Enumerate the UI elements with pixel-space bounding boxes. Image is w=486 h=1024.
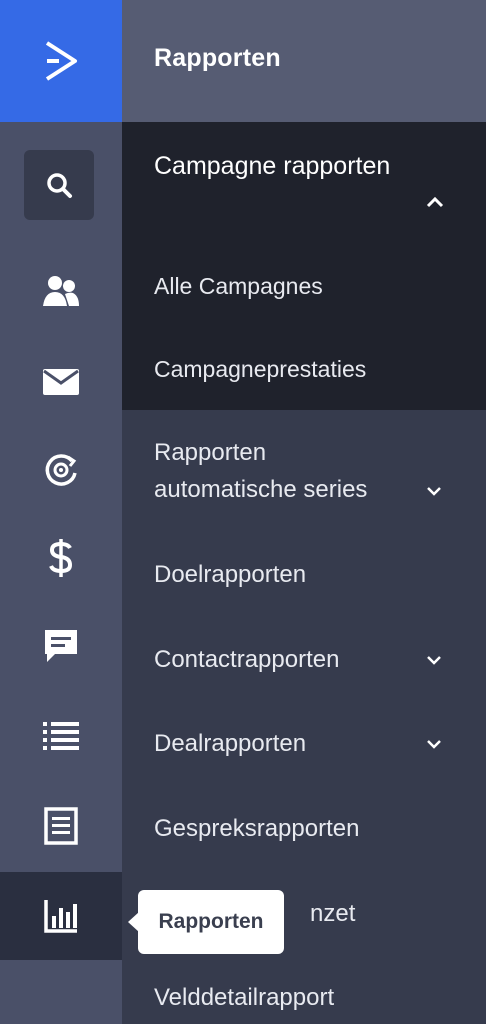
submenu-item-campaign-performance[interactable]: Campagneprestaties	[154, 351, 366, 387]
chevron-down-icon[interactable]	[426, 655, 442, 665]
menu-item-goal-reports[interactable]: Doelrapporten	[154, 557, 306, 593]
chat-icon	[45, 630, 77, 662]
rail-item-automations[interactable]	[0, 426, 122, 514]
rail-item-forms[interactable]	[0, 782, 122, 870]
rail-item-lists[interactable]	[0, 692, 122, 780]
list-icon	[43, 722, 79, 750]
logo[interactable]	[0, 0, 122, 122]
chevron-down-icon[interactable]	[426, 486, 442, 496]
menu-item-campaign-reports[interactable]: Campagne rapporten	[154, 148, 390, 184]
automation-cycle-icon	[45, 454, 77, 486]
menu-item-deal-reports[interactable]: Dealrapporten	[154, 726, 306, 762]
reports-panel: Rapporten Campagne rapporten Alle Campag…	[122, 0, 486, 1024]
reports-tooltip: Rapporten	[138, 890, 284, 954]
document-icon	[44, 807, 78, 845]
menu-item-revenue-reports-partial[interactable]: nzet	[310, 896, 355, 932]
rail-item-reports[interactable]	[0, 872, 122, 960]
search-button[interactable]	[24, 150, 94, 220]
panel-title: Rapporten	[154, 44, 281, 72]
menu-item-automation-reports-line2[interactable]: automatische series	[154, 472, 367, 508]
envelope-icon	[43, 369, 79, 395]
contacts-icon	[43, 276, 79, 306]
menu-item-field-detail-report[interactable]: Velddetailrapport	[154, 980, 334, 1016]
bar-chart-icon	[44, 900, 77, 933]
rail-item-conversations[interactable]	[0, 602, 122, 690]
dollar-icon	[49, 539, 73, 577]
search-icon	[47, 173, 72, 198]
rail-item-deals[interactable]	[0, 514, 122, 602]
submenu-item-all-campaigns[interactable]: Alle Campagnes	[154, 268, 323, 304]
rail-item-campaigns[interactable]	[0, 338, 122, 426]
menu-item-conversation-reports[interactable]: Gespreksrapporten	[154, 811, 359, 847]
nav-rail	[0, 0, 122, 1024]
chevron-down-icon[interactable]	[426, 739, 442, 749]
rail-item-contacts[interactable]	[0, 248, 122, 336]
logo-chevron-icon	[45, 41, 77, 81]
menu-item-automation-reports-line1[interactable]: Rapporten	[154, 435, 266, 471]
menu-item-contact-reports[interactable]: Contactrapporten	[154, 642, 339, 678]
panel-header: Rapporten	[122, 0, 486, 122]
chevron-up-icon[interactable]	[426, 196, 444, 208]
